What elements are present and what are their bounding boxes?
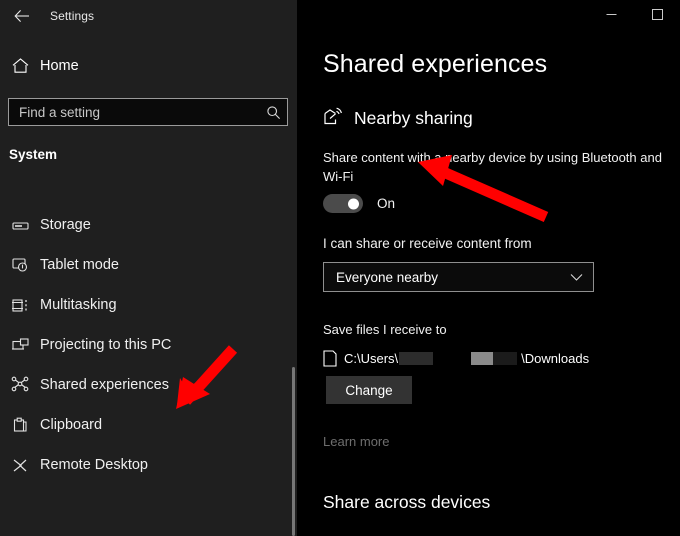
back-button[interactable]: [0, 0, 44, 32]
sidebar-item-tablet-mode[interactable]: Tablet mode: [0, 245, 289, 285]
sidebar-nav-list: Storage Tablet mode: [0, 205, 289, 485]
nearby-sharing-heading: Nearby sharing: [354, 108, 473, 129]
sidebar-item-label: Multitasking: [40, 297, 117, 313]
sidebar-item-clipboard[interactable]: Clipboard: [0, 405, 289, 445]
sidebar-group-heading: System: [9, 147, 57, 162]
back-arrow-icon: [14, 9, 30, 23]
share-across-devices-heading: Share across devices: [323, 492, 490, 513]
sidebar-item-remote-desktop[interactable]: Remote Desktop: [0, 445, 289, 485]
save-path-row: C:\Users\ \Downloads: [323, 348, 589, 368]
settings-window: Settings Home System: [0, 0, 680, 536]
sidebar-item-label: Shared experiences: [40, 377, 169, 393]
sidebar-item-projecting-to-this-pc[interactable]: Projecting to this PC: [0, 325, 289, 365]
redacted-block-dark: [493, 352, 517, 365]
save-files-label: Save files I receive to: [323, 322, 447, 337]
save-path-prefix: C:\Users\: [344, 351, 398, 366]
sidebar-item-multitasking[interactable]: Multitasking: [0, 285, 289, 325]
toggle-state-label: On: [377, 196, 395, 211]
search-input[interactable]: [19, 105, 266, 120]
sidebar-item-label-home: Home: [40, 58, 79, 74]
page-title: Shared experiences: [323, 50, 547, 79]
toggle-knob: [348, 198, 359, 209]
sidebar-item-label: Projecting to this PC: [40, 337, 171, 353]
sidebar-scrollbar[interactable]: [288, 0, 297, 536]
sidebar-item-storage[interactable]: Storage: [0, 205, 289, 245]
search-box[interactable]: [8, 98, 288, 126]
sidebar-scrollbar-thumb[interactable]: [292, 367, 295, 536]
titlebar: Settings: [0, 0, 297, 32]
nearby-sharing-description: Share content with a nearby device by us…: [323, 148, 680, 186]
sidebar-item-home[interactable]: Home: [0, 52, 289, 80]
tablet-mode-icon: [0, 245, 40, 285]
home-icon: [0, 57, 40, 75]
projecting-icon: [0, 325, 40, 365]
nearby-sharing-toggle-row: On: [323, 194, 395, 213]
sidebar-item-label: Tablet mode: [40, 257, 119, 273]
nearby-sharing-toggle[interactable]: [323, 194, 363, 213]
share-from-label: I can share or receive content from: [323, 236, 532, 251]
remote-desktop-icon: [0, 445, 40, 485]
save-path-suffix: \Downloads: [521, 351, 589, 366]
window-controls: [588, 0, 680, 32]
multitasking-icon: [0, 285, 40, 325]
shared-experiences-icon: [0, 365, 40, 405]
learn-more-link[interactable]: Learn more: [323, 434, 389, 449]
window-title: Settings: [50, 9, 94, 23]
chevron-down-icon: [570, 273, 583, 282]
clipboard-icon: [0, 405, 40, 445]
minimize-icon: [606, 7, 617, 25]
share-from-selected-value: Everyone nearby: [336, 270, 570, 285]
sidebar-item-label: Storage: [40, 217, 91, 233]
change-folder-button[interactable]: Change: [326, 376, 412, 404]
redacted-block-light: [471, 352, 493, 365]
share-nearby-icon: [323, 106, 345, 131]
sidebar-item-label: Clipboard: [40, 417, 102, 433]
sidebar: Settings Home System: [0, 0, 297, 536]
share-from-dropdown[interactable]: Everyone nearby: [323, 262, 594, 292]
search-icon[interactable]: [266, 105, 281, 120]
sidebar-item-label: Remote Desktop: [40, 457, 148, 473]
maximize-button[interactable]: [634, 0, 680, 32]
sidebar-item-shared-experiences[interactable]: Shared experiences: [0, 365, 289, 405]
maximize-icon: [652, 7, 663, 25]
main-content: Shared experiences Nearby sharing Share …: [297, 0, 680, 536]
redacted-username: [399, 352, 433, 365]
minimize-button[interactable]: [588, 0, 634, 32]
storage-icon: [0, 205, 40, 245]
nearby-sharing-heading-row: Nearby sharing: [323, 106, 473, 131]
folder-icon: [323, 350, 337, 367]
